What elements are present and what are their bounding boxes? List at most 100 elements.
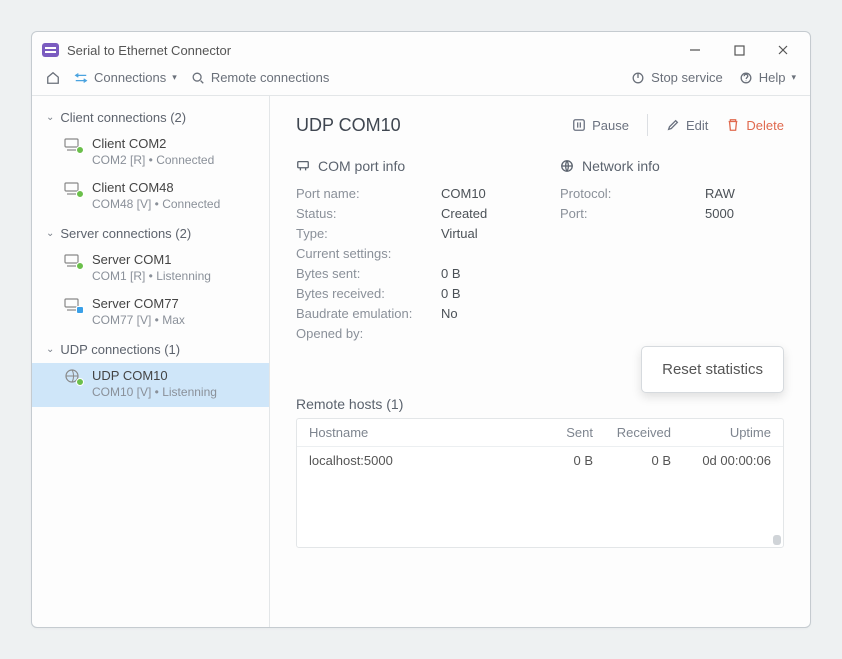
connection-name: Server COM1 bbox=[92, 252, 211, 269]
connections-icon bbox=[74, 71, 88, 85]
info-key: Port: bbox=[560, 206, 705, 221]
connection-status: COM1 [R] • Listenning bbox=[92, 269, 211, 285]
group-label: Server connections (2) bbox=[60, 226, 191, 241]
connection-name: Server COM77 bbox=[92, 296, 185, 313]
close-button[interactable] bbox=[766, 40, 800, 60]
info-value: 0 B bbox=[441, 286, 461, 301]
chevron-down-icon: ▾ bbox=[172, 72, 177, 83]
minimize-button[interactable] bbox=[678, 40, 712, 60]
info-value: RAW bbox=[705, 186, 735, 201]
titlebar: Serial to Ethernet Connector bbox=[32, 32, 810, 66]
info-key: Current settings: bbox=[296, 246, 441, 261]
main-panel: UDP COM10 Pause Edit Delete bbox=[270, 96, 810, 627]
com-info-heading: COM port info bbox=[296, 158, 520, 174]
toolbar: Connections ▾ Remote connections Stop se… bbox=[32, 66, 810, 96]
reset-statistics-menu-item[interactable]: Reset statistics bbox=[641, 346, 784, 393]
remote-hosts-table: Hostname Sent Received Uptime localhost:… bbox=[296, 418, 784, 548]
trash-icon bbox=[726, 118, 740, 132]
connection-status: COM77 [V] • Max bbox=[92, 313, 185, 329]
device-icon bbox=[64, 252, 82, 268]
edit-button[interactable]: Edit bbox=[666, 118, 708, 133]
delete-button[interactable]: Delete bbox=[726, 118, 784, 133]
connections-menu[interactable]: Connections ▾ bbox=[74, 70, 177, 85]
maximize-button[interactable] bbox=[722, 40, 756, 60]
cell-uptime: 0d 00:00:06 bbox=[671, 453, 771, 468]
col-hostname[interactable]: Hostname bbox=[309, 425, 515, 440]
window-controls bbox=[678, 40, 800, 60]
sidebar-item-server-com1[interactable]: Server COM1COM1 [R] • Listenning bbox=[32, 247, 269, 291]
stop-label: Stop service bbox=[651, 70, 723, 85]
cell-received: 0 B bbox=[593, 453, 671, 468]
info-key: Port name: bbox=[296, 186, 441, 201]
info-value: 5000 bbox=[705, 206, 734, 221]
status-dot bbox=[76, 190, 84, 198]
info-row: Protocol:RAW bbox=[560, 186, 784, 201]
sidebar-group-header[interactable]: ⌄ Server connections (2) bbox=[32, 220, 269, 247]
group-label: Client connections (2) bbox=[60, 110, 186, 125]
info-key: Opened by: bbox=[296, 326, 441, 341]
info-key: Baudrate emulation: bbox=[296, 306, 441, 321]
sidebar-item-udp-com10[interactable]: UDP COM10COM10 [V] • Listenning bbox=[32, 363, 269, 407]
device-icon bbox=[64, 136, 82, 152]
info-value: Created bbox=[441, 206, 487, 221]
info-key: Type: bbox=[296, 226, 441, 241]
scrollbar-thumb[interactable] bbox=[773, 535, 781, 545]
sidebar-item-server-com77[interactable]: Server COM77COM77 [V] • Max bbox=[32, 291, 269, 335]
chevron-down-icon: ⌄ bbox=[46, 344, 54, 355]
info-key: Bytes received: bbox=[296, 286, 441, 301]
home-icon bbox=[46, 71, 60, 85]
chevron-down-icon: ⌄ bbox=[46, 228, 54, 239]
home-button[interactable] bbox=[46, 71, 60, 85]
connection-name: Client COM2 bbox=[92, 136, 214, 153]
com-port-info: COM port info Port name:COM10 Status:Crea… bbox=[296, 158, 520, 346]
window-title: Serial to Ethernet Connector bbox=[67, 43, 231, 58]
device-icon bbox=[64, 296, 82, 312]
info-value: Virtual bbox=[441, 226, 478, 241]
remote-connections-button[interactable]: Remote connections bbox=[191, 70, 330, 85]
col-received[interactable]: Received bbox=[593, 425, 671, 440]
info-row: Current settings: bbox=[296, 246, 520, 261]
port-icon bbox=[296, 159, 310, 173]
device-icon bbox=[64, 368, 82, 384]
col-sent[interactable]: Sent bbox=[515, 425, 593, 440]
info-row: Baudrate emulation:No bbox=[296, 306, 520, 321]
network-info: Network info Protocol:RAW Port:5000 bbox=[560, 158, 784, 346]
cell-hostname: localhost:5000 bbox=[309, 453, 515, 468]
status-dot bbox=[76, 306, 84, 314]
info-row: Bytes received:0 B bbox=[296, 286, 520, 301]
info-row: Status:Created bbox=[296, 206, 520, 221]
connection-status: COM10 [V] • Listenning bbox=[92, 385, 217, 401]
sidebar-group-header[interactable]: ⌄ Client connections (2) bbox=[32, 104, 269, 131]
sidebar-item-client-com2[interactable]: Client COM2COM2 [R] • Connected bbox=[32, 131, 269, 175]
remote-hosts-heading: Remote hosts (1) bbox=[296, 396, 784, 412]
sidebar-item-client-com48[interactable]: Client COM48COM48 [V] • Connected bbox=[32, 175, 269, 219]
cell-sent: 0 B bbox=[515, 453, 593, 468]
info-value: 0 B bbox=[441, 266, 461, 281]
search-icon bbox=[191, 71, 205, 85]
connection-name: UDP COM10 bbox=[92, 368, 217, 385]
pause-label: Pause bbox=[592, 118, 629, 133]
help-menu[interactable]: Help ▾ bbox=[739, 70, 796, 85]
col-uptime[interactable]: Uptime bbox=[671, 425, 771, 440]
delete-label: Delete bbox=[746, 118, 784, 133]
pause-button[interactable]: Pause bbox=[572, 118, 629, 133]
info-key: Status: bbox=[296, 206, 441, 221]
chevron-down-icon: ⌄ bbox=[46, 112, 54, 123]
stop-service-button[interactable]: Stop service bbox=[631, 70, 723, 85]
chevron-down-icon: ▾ bbox=[791, 72, 796, 83]
connection-status: COM2 [R] • Connected bbox=[92, 153, 214, 169]
device-icon bbox=[64, 180, 82, 196]
info-value: No bbox=[441, 306, 458, 321]
app-icon bbox=[42, 43, 59, 57]
net-info-heading: Network info bbox=[560, 158, 784, 174]
status-dot bbox=[76, 378, 84, 386]
divider bbox=[647, 114, 648, 136]
info-row: Port name:COM10 bbox=[296, 186, 520, 201]
table-row[interactable]: localhost:50000 B0 B0d 00:00:06 bbox=[297, 447, 783, 474]
main-header: UDP COM10 Pause Edit Delete bbox=[296, 114, 784, 136]
app-window: Serial to Ethernet Connector Connections… bbox=[31, 31, 811, 628]
sidebar-group-header[interactable]: ⌄UDP connections (1) bbox=[32, 336, 269, 363]
remote-label: Remote connections bbox=[211, 70, 330, 85]
pencil-icon bbox=[666, 118, 680, 132]
power-icon bbox=[631, 71, 645, 85]
